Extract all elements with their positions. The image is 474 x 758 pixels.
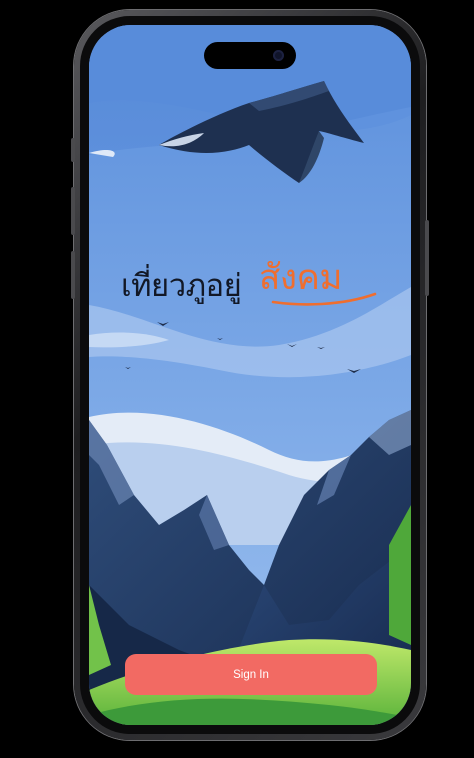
sign-in-button[interactable]: Sign In bbox=[125, 654, 377, 695]
app-screen: เที่ยวภูอยู่ สังคม Sign In bbox=[89, 25, 411, 725]
camera-icon bbox=[273, 50, 284, 61]
action-button bbox=[71, 138, 75, 162]
volume-down-button bbox=[71, 251, 75, 299]
dynamic-island bbox=[204, 42, 296, 69]
landscape-illustration bbox=[89, 25, 411, 725]
power-button bbox=[425, 220, 429, 296]
volume-up-button bbox=[71, 187, 75, 235]
logo-underline-swoosh bbox=[271, 292, 377, 306]
phone-frame: เที่ยวภูอยู่ สังคม Sign In bbox=[71, 10, 429, 740]
logo-text-primary: เที่ยวภูอยู่ bbox=[121, 268, 242, 304]
app-logo: เที่ยวภูอยู่ สังคม bbox=[121, 250, 391, 310]
